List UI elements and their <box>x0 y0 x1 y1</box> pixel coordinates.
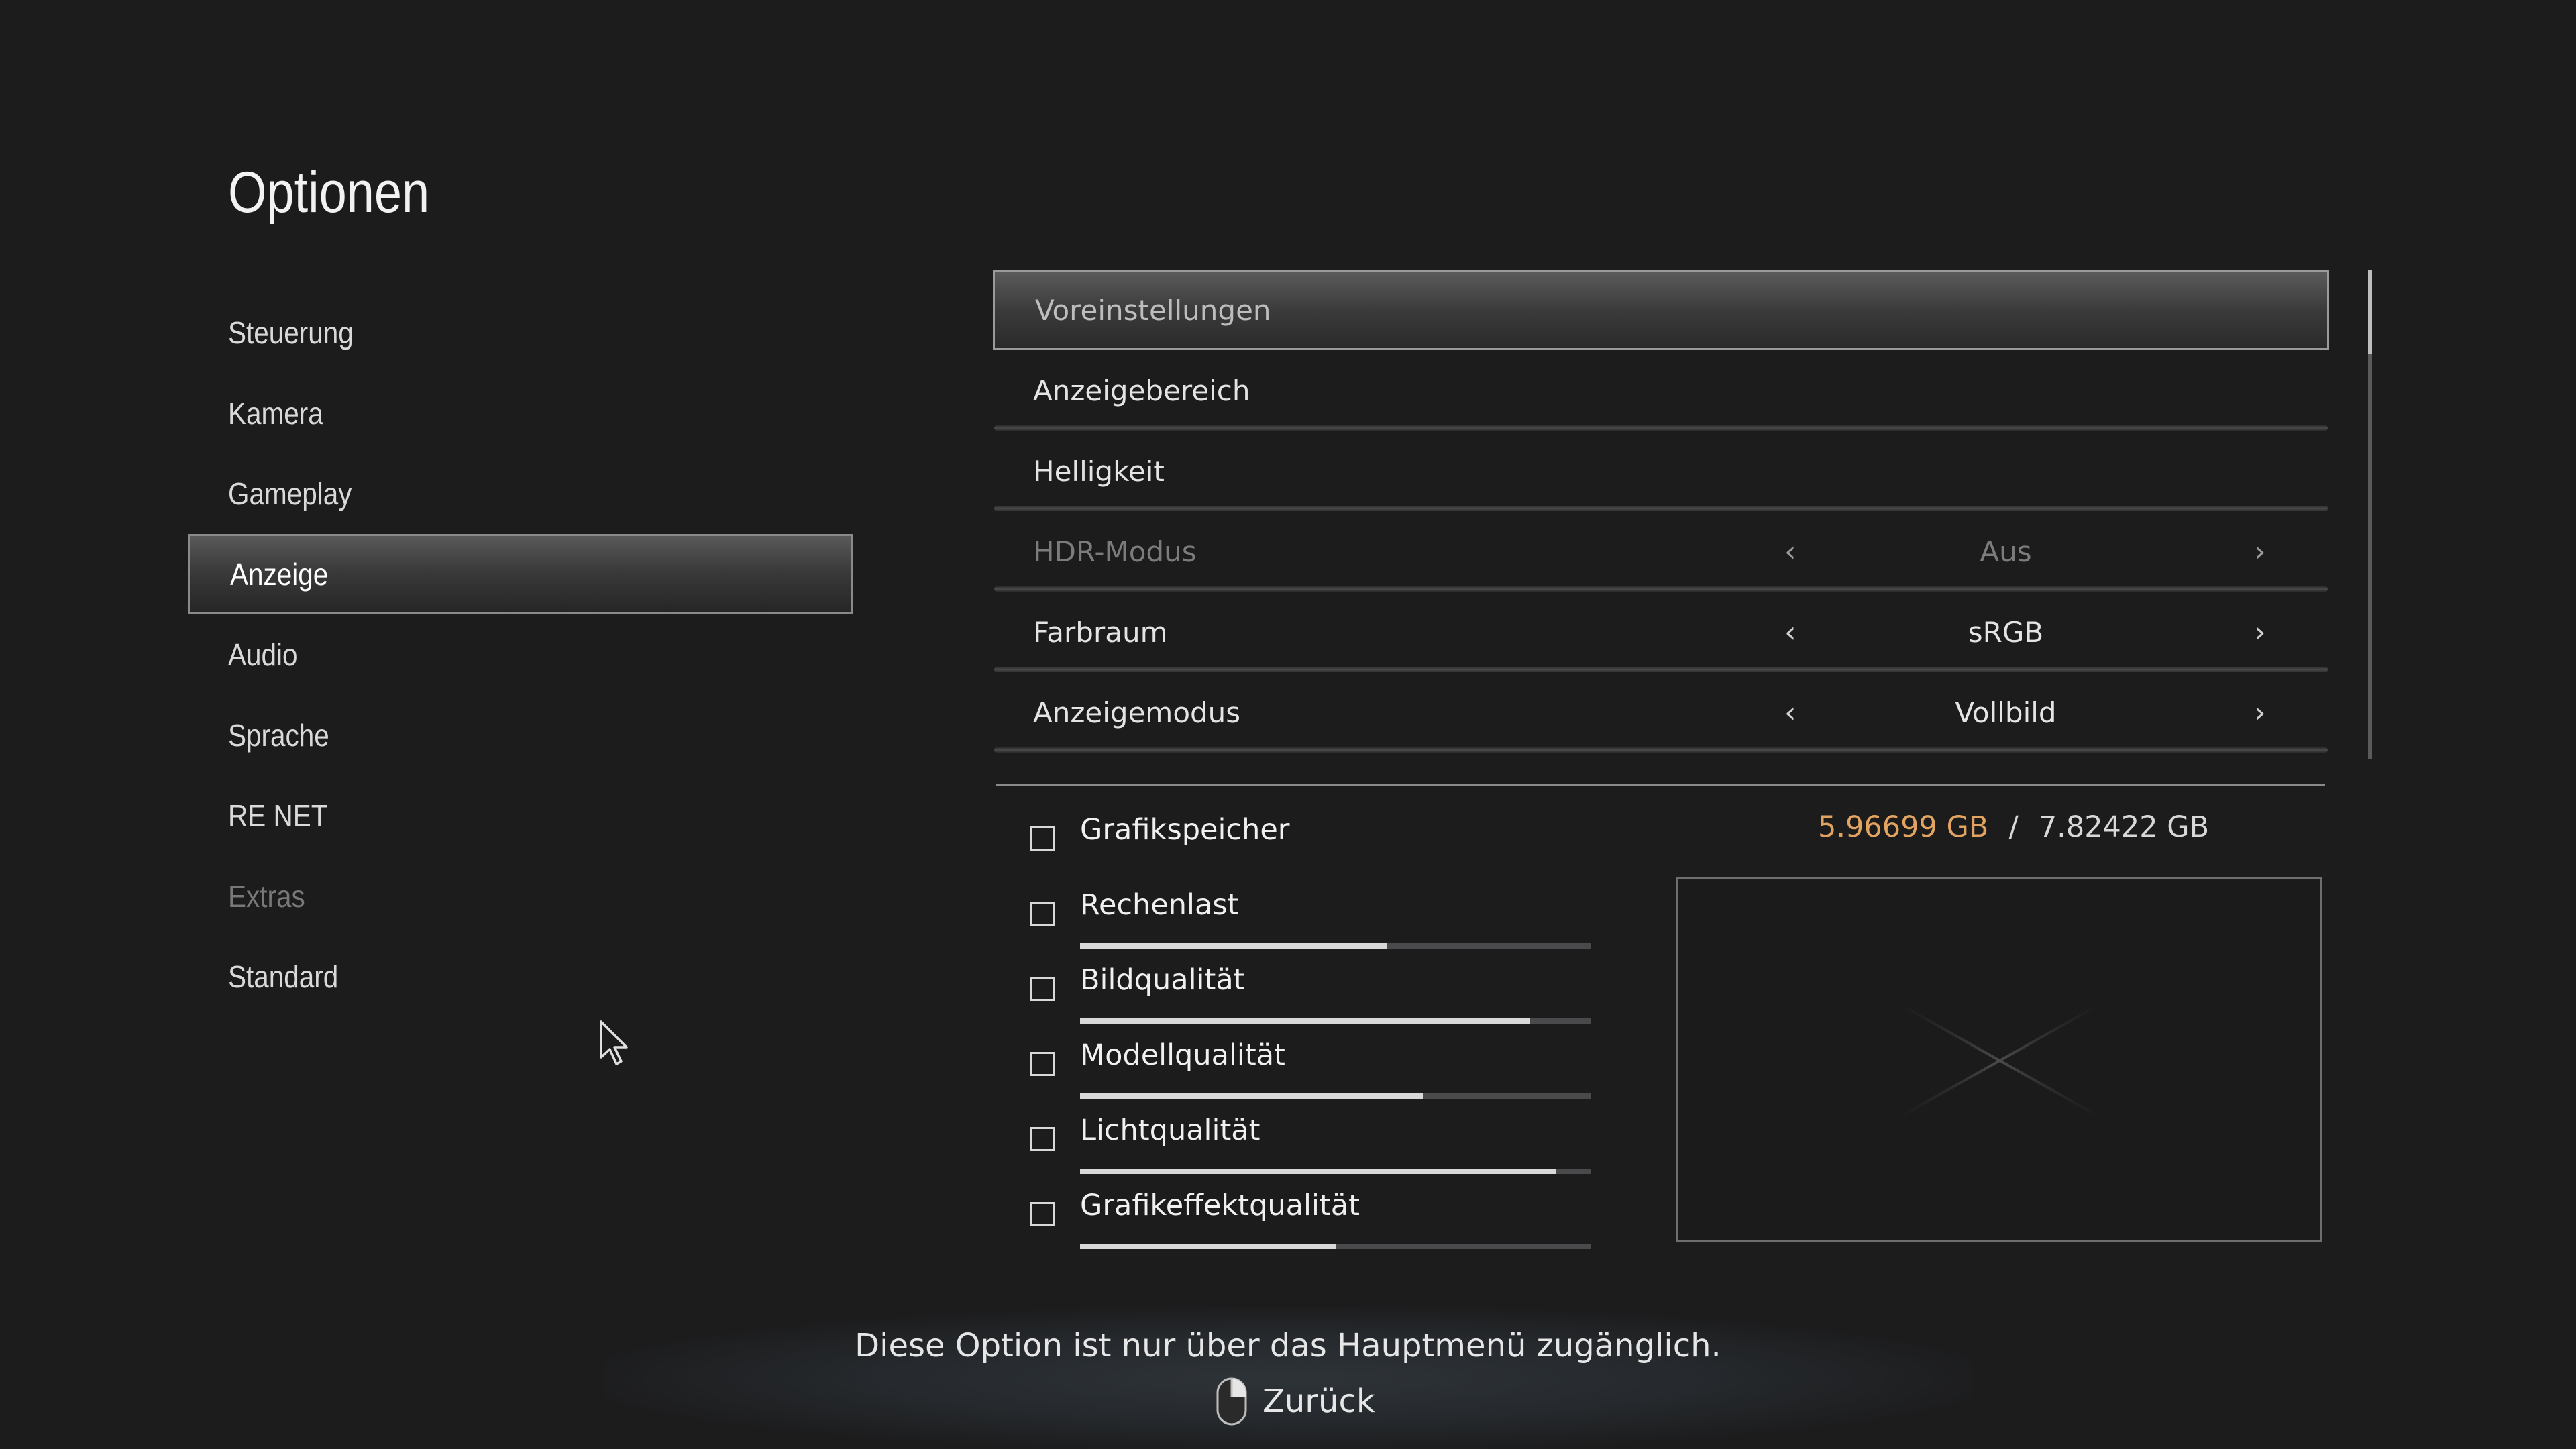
quality-bar-fill <box>1080 943 1387 949</box>
quality-bar-fill <box>1080 1093 1423 1099</box>
menu-item-re-net[interactable]: RE NET <box>188 775 853 856</box>
memory-separator: / <box>2008 810 2019 844</box>
back-button[interactable]: Zurück <box>1216 1377 1375 1426</box>
menu-item-audio[interactable]: Audio <box>188 614 853 695</box>
menu-item-label: Audio <box>228 637 298 672</box>
setting-row-helligkeit[interactable]: Helligkeit <box>993 431 2329 511</box>
checkbox-icon <box>1030 1202 1055 1226</box>
menu-item-label: Standard <box>228 959 339 994</box>
mouse-cursor-icon <box>600 1020 628 1065</box>
setting-label: Anzeigebereich <box>1033 374 1250 407</box>
chevron-left-icon[interactable]: ‹ <box>1784 615 1796 649</box>
back-label: Zurück <box>1263 1383 1375 1420</box>
checkbox-icon <box>1030 1127 1055 1151</box>
setting-row-farbraum[interactable]: Farbraum ‹ sRGB › <box>993 592 2329 672</box>
setting-row-anzeigemodus[interactable]: Anzeigemodus ‹ Vollbild › <box>993 672 2329 753</box>
menu-item-steuerung[interactable]: Steuerung <box>188 292 853 373</box>
menu-item-label: Steuerung <box>228 315 354 350</box>
quality-label: Grafikeffektqualität <box>1080 1189 1360 1222</box>
quality-label: Rechenlast <box>1080 888 1239 922</box>
chevron-right-icon[interactable]: › <box>2254 535 2266 569</box>
setting-row-anzeigebereich[interactable]: Anzeigebereich <box>993 350 2329 431</box>
quality-bar-fill <box>1080 1018 1530 1024</box>
preview-cross-icon <box>1892 999 2108 1122</box>
menu-item-label: Extras <box>228 879 305 914</box>
quality-bar <box>1080 1244 1591 1249</box>
menu-item-standard[interactable]: Standard <box>188 936 853 1017</box>
setting-value: sRGB <box>1968 615 2044 649</box>
graphics-memory-readout: 5.96699 GB / 7.82422 GB <box>1818 810 2209 844</box>
menu-item-label: Sprache <box>228 718 329 753</box>
setting-value: Vollbild <box>1955 696 2057 729</box>
quality-bar <box>1080 1093 1591 1099</box>
checkbox-icon <box>1030 977 1055 1001</box>
setting-label: Voreinstellungen <box>1035 293 1271 327</box>
quality-label: Lichtqualität <box>1080 1114 1260 1147</box>
display-settings-list: Voreinstellungen Anzeigebereich Helligke… <box>993 270 2329 753</box>
menu-item-label: RE NET <box>228 798 328 833</box>
page-title: Optionen <box>228 160 430 225</box>
menu-item-label: Anzeige <box>230 557 329 592</box>
menu-item-extras[interactable]: Extras <box>188 856 853 936</box>
footer-message: Diese Option ist nur über das Hauptmenü … <box>855 1327 1721 1364</box>
checkbox-icon <box>1030 902 1055 926</box>
setting-value: Aus <box>1980 535 2032 568</box>
chevron-left-icon[interactable]: ‹ <box>1784 696 1796 730</box>
quality-label: Modellqualität <box>1080 1038 1285 1072</box>
menu-item-anzeige[interactable]: Anzeige <box>188 534 853 614</box>
graphics-memory-label: Grafikspeicher <box>1080 813 1290 847</box>
chevron-left-icon[interactable]: ‹ <box>1784 535 1796 569</box>
memory-used: 5.96699 GB <box>1818 810 1989 844</box>
checkbox-icon <box>1030 826 1055 851</box>
menu-item-gameplay[interactable]: Gameplay <box>188 453 853 534</box>
checkbox-icon <box>1030 1052 1055 1076</box>
settings-scrollbar-thumb[interactable] <box>2368 270 2372 354</box>
menu-item-label: Gameplay <box>228 476 352 511</box>
menu-item-sprache[interactable]: Sprache <box>188 695 853 775</box>
quality-bar-fill <box>1080 1244 1336 1249</box>
chevron-right-icon[interactable]: › <box>2254 615 2266 649</box>
quality-label: Bildqualität <box>1080 963 1245 997</box>
quality-bar <box>1080 1169 1591 1174</box>
memory-total: 7.82422 GB <box>2038 810 2210 844</box>
setting-label: Helligkeit <box>1033 454 1165 488</box>
mouse-right-click-icon <box>1216 1377 1247 1426</box>
preview-image-placeholder <box>1676 877 2322 1242</box>
menu-item-kamera[interactable]: Kamera <box>188 373 853 453</box>
section-divider <box>996 784 2325 786</box>
quality-bar <box>1080 943 1591 949</box>
quality-bar-fill <box>1080 1169 1556 1174</box>
menu-item-label: Kamera <box>228 396 323 431</box>
setting-row-voreinstellungen[interactable]: Voreinstellungen <box>993 270 2329 350</box>
options-category-menu: Steuerung Kamera Gameplay Anzeige Audio … <box>188 292 853 1017</box>
quality-bar <box>1080 1018 1591 1024</box>
setting-row-hdr-modus[interactable]: HDR-Modus ‹ Aus › <box>993 511 2329 592</box>
chevron-right-icon[interactable]: › <box>2254 696 2266 730</box>
